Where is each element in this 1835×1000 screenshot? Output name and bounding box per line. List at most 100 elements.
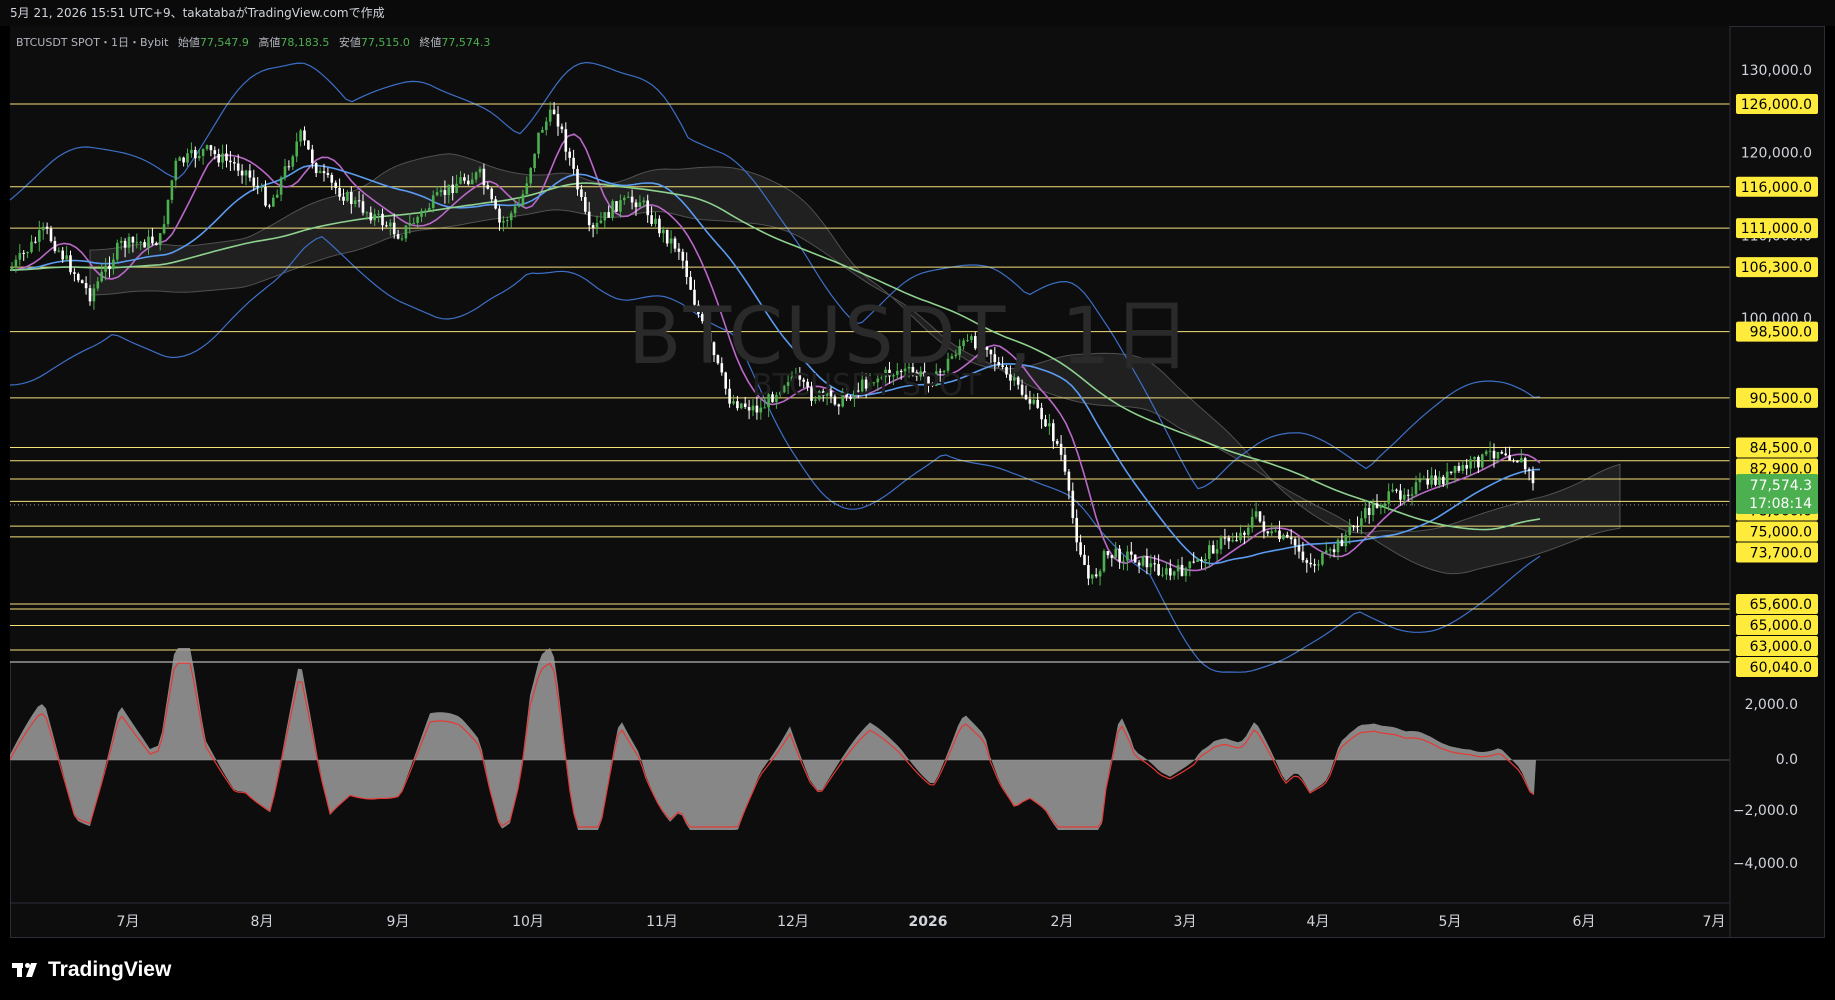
candle-body: [646, 200, 649, 216]
candle-body: [1457, 466, 1461, 471]
candle-body: [1219, 537, 1223, 550]
candle-body: [1247, 527, 1250, 535]
price-axis[interactable]: 130,000.0120,000.0110,000.0100,000.0126,…: [1733, 63, 1818, 872]
ohlc-legend[interactable]: BTCUSDT SPOT・1日・Bybit 始値77,547.9 高値78,18…: [16, 34, 490, 50]
candle-body: [607, 212, 610, 218]
candle-body: [1383, 503, 1387, 507]
candle-body: [564, 129, 568, 152]
candle-body: [1325, 550, 1328, 553]
candle-body: [272, 197, 275, 207]
candle-body: [1243, 532, 1246, 535]
candle-body: [1313, 564, 1316, 566]
candle-body: [147, 236, 150, 248]
candle-body: [1504, 453, 1507, 456]
candle-body: [342, 196, 345, 201]
candle-body: [1484, 451, 1488, 455]
candle-body: [311, 149, 314, 163]
candle-body: [1208, 545, 1211, 559]
candle-body: [178, 157, 181, 161]
candle-body: [108, 265, 111, 270]
candle-body: [580, 189, 583, 198]
time-axis[interactable]: 7月 8月 9月 10月 11月 12月 2026 2月 3月 4月 5月 6月 7月: [117, 914, 1726, 930]
candle-body: [1387, 491, 1390, 504]
candle-body: [623, 197, 626, 201]
candle-body: [490, 188, 493, 200]
candle-body: [576, 168, 579, 190]
candle-body: [626, 196, 630, 198]
candle-body: [92, 288, 96, 302]
candle-body: [595, 222, 599, 228]
candle-body: [389, 222, 392, 227]
candle-body: [548, 109, 552, 122]
candle-body: [451, 184, 454, 194]
candle-body: [1278, 530, 1281, 540]
candle-body: [350, 192, 353, 205]
candle-body: [1028, 399, 1032, 404]
time-label: 3月: [1174, 914, 1197, 930]
candle-body: [1052, 423, 1055, 442]
candle-body: [279, 177, 283, 195]
candle-body: [330, 174, 334, 183]
candle-body: [470, 179, 474, 185]
candle-body: [233, 162, 236, 164]
candle-body: [131, 236, 135, 243]
candle-body: [1527, 469, 1531, 471]
candle-body: [658, 218, 661, 234]
candle-body: [439, 190, 443, 193]
candle-body: [209, 145, 213, 151]
candle-body: [424, 210, 427, 212]
candle-body: [1391, 489, 1394, 492]
level-badge-label: 111,000.0: [1741, 221, 1812, 237]
time-label: 5月: [1439, 914, 1462, 930]
candle-body: [1083, 554, 1086, 565]
candle-body: [252, 177, 256, 186]
candle-body: [537, 132, 540, 154]
candle-body: [1477, 456, 1480, 468]
candle-body: [673, 238, 677, 249]
candle-body: [322, 171, 326, 174]
candle-body: [314, 162, 318, 174]
time-label: 7月: [117, 914, 140, 930]
candle-body: [572, 157, 575, 169]
candle-body: [1075, 517, 1078, 543]
legend-low-label: 安値: [338, 36, 361, 49]
candle-body: [467, 180, 470, 185]
candle-body: [1055, 441, 1059, 444]
level-badge-label: 60,040.0: [1750, 660, 1812, 676]
candle-body: [158, 233, 162, 246]
candle-body: [1130, 551, 1133, 555]
candle-body: [1087, 564, 1090, 579]
price-tick: 130,000.0: [1741, 63, 1812, 79]
candle-body: [506, 220, 509, 222]
candle-body: [53, 241, 57, 252]
candle-body: [1169, 568, 1172, 576]
candle-body: [654, 218, 657, 224]
candle-body: [1172, 571, 1176, 576]
candle-body: [728, 388, 731, 404]
candle-body: [1512, 460, 1515, 462]
candle-body: [642, 200, 646, 203]
candle-body: [747, 406, 751, 411]
level-badge-label: 84,500.0: [1750, 441, 1812, 457]
candle-body: [1059, 443, 1063, 455]
candle-body: [459, 177, 462, 184]
candle-body: [533, 153, 536, 169]
candle-body: [1352, 526, 1355, 528]
candle-body: [751, 405, 755, 411]
candle-body: [615, 201, 618, 212]
candle-body: [221, 153, 224, 163]
candle-body: [73, 272, 76, 274]
candle-body: [166, 199, 170, 225]
candle-body: [1102, 550, 1106, 572]
tradingview-logo[interactable]: TradingView: [12, 958, 171, 982]
candle-body: [1442, 476, 1445, 485]
candle-body: [14, 259, 18, 268]
time-label: 11月: [646, 914, 678, 930]
candle-body: [482, 168, 486, 186]
legend-high-label: 高値: [258, 36, 281, 49]
candle-body: [1340, 539, 1344, 547]
candle-body: [123, 240, 127, 248]
candle-body: [1141, 555, 1145, 566]
chart-canvas[interactable]: 130,000.0120,000.0110,000.0100,000.0126,…: [0, 0, 1835, 938]
candle-body: [400, 238, 404, 240]
